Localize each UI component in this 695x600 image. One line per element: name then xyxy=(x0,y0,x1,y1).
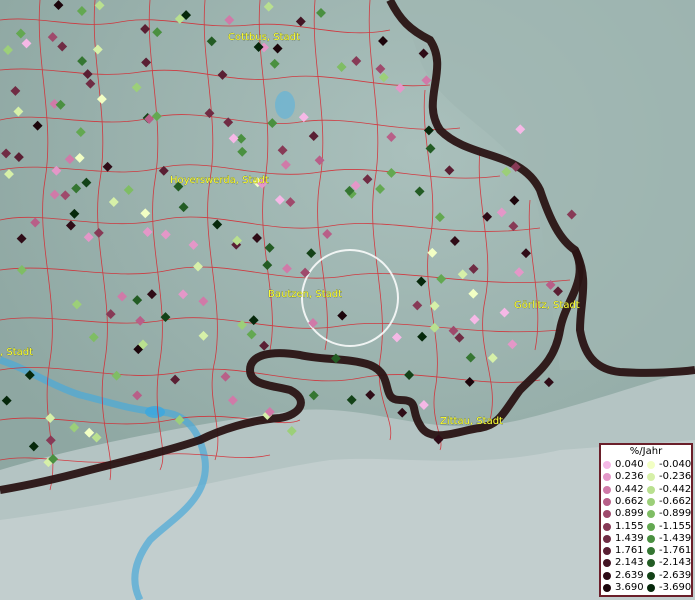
city-label-goerlitz: Görlitz, Stadt xyxy=(514,300,580,311)
legend-value: -0.236 xyxy=(659,471,692,483)
legend-swatch xyxy=(647,522,655,531)
legend-value: -0.442 xyxy=(659,483,692,495)
legend-value: 1.439 xyxy=(615,532,644,544)
city-label-zittau: Zittau, Stadt xyxy=(440,416,503,427)
legend-swatch xyxy=(647,485,655,494)
legend-value: -1.155 xyxy=(659,520,692,532)
legend-value: -0.040 xyxy=(659,459,692,470)
legend-swatch xyxy=(647,534,655,543)
legend: %/Jahr 0.040 -0.040 0.236 -0.236 0.442 -0.442… xyxy=(599,443,693,597)
legend-swatch xyxy=(603,559,611,568)
legend-value: -3.690 xyxy=(659,582,692,593)
legend-swatch xyxy=(647,510,655,519)
legend-swatch xyxy=(603,461,611,469)
legend-value: -0.899 xyxy=(659,508,692,520)
legend-value: 2.143 xyxy=(615,557,644,569)
map-canvas[interactable]: Cottbus, Stadt Hoyerswerda, Stadt Bautze… xyxy=(0,0,695,600)
legend-swatch xyxy=(603,522,611,531)
legend-swatch xyxy=(647,473,655,482)
city-label-cottbus: Cottbus, Stadt xyxy=(228,32,300,43)
legend-value: -0.662 xyxy=(659,495,692,507)
legend-swatch xyxy=(647,571,655,580)
legend-swatch xyxy=(603,547,611,556)
city-label-hoyerswerda: Hoyerswerda, Stadt xyxy=(170,175,269,186)
legend-swatch xyxy=(603,584,611,592)
legend-swatch xyxy=(603,497,611,506)
legend-swatch xyxy=(603,485,611,494)
legend-value: 0.040 xyxy=(615,459,644,470)
legend-value: -2.143 xyxy=(659,557,692,569)
legend-swatch xyxy=(647,497,655,506)
legend-swatch xyxy=(647,559,655,568)
city-label-bautzen: Bautzen, Stadt xyxy=(268,289,342,300)
lake xyxy=(275,91,295,119)
legend-value: 0.899 xyxy=(615,508,644,520)
legend-value: 2.639 xyxy=(615,569,644,581)
legend-value: 0.442 xyxy=(615,483,644,495)
legend-swatch xyxy=(603,473,611,482)
legend-swatch xyxy=(647,584,655,592)
legend-value: 0.236 xyxy=(615,471,644,483)
lake xyxy=(145,406,165,418)
legend-title: %/Jahr xyxy=(629,446,663,457)
legend-value: -1.761 xyxy=(659,545,692,557)
city-label-partial: , Stadt xyxy=(0,347,33,358)
legend-swatch xyxy=(603,510,611,519)
legend-swatch xyxy=(603,571,611,580)
legend-swatch xyxy=(603,534,611,543)
legend-value: 1.761 xyxy=(615,545,644,557)
legend-value: 0.662 xyxy=(615,495,644,507)
legend-value: 1.155 xyxy=(615,520,644,532)
legend-value: -1.439 xyxy=(659,532,692,544)
legend-swatch xyxy=(647,461,655,469)
legend-value: -2.639 xyxy=(659,569,692,581)
legend-value: 3.690 xyxy=(615,582,644,593)
legend-swatch xyxy=(647,547,655,556)
